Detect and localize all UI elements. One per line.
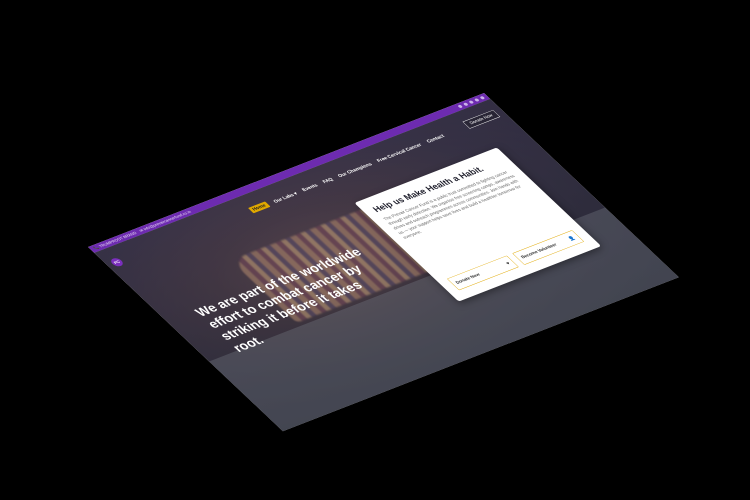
become-volunteer-label: Become Volunteer xyxy=(519,242,559,260)
linkedin-icon[interactable] xyxy=(479,95,486,100)
donate-now-label: Donate Now xyxy=(454,272,482,285)
nav-item-free-cervical-cancer[interactable]: Free Cervical Cancer xyxy=(376,142,424,163)
nav-item-contact[interactable]: Contact xyxy=(425,134,445,144)
website-screen: 📞 TRUMPROOT BRAND ✉ info@prevaircancerfu… xyxy=(88,93,679,432)
twitter-icon[interactable] xyxy=(462,102,469,107)
instagram-icon[interactable] xyxy=(468,100,475,105)
user-icon: 👤 xyxy=(567,235,577,242)
heart-icon: ♥ xyxy=(504,260,512,266)
mockup-stage: 📞 TRUMPROOT BRAND ✉ info@prevaircancerfu… xyxy=(0,0,750,500)
youtube-icon[interactable] xyxy=(473,98,480,102)
nav-item-our-champions[interactable]: Our Champions xyxy=(337,162,374,179)
facebook-icon[interactable] xyxy=(457,104,464,109)
nav-item-our-labs[interactable]: Our Labs ▾ xyxy=(272,191,299,204)
nav-item-events[interactable]: Events xyxy=(301,183,319,193)
hero-section: PC Home Our Labs ▾ Events FAQ Our Champi… xyxy=(94,98,679,432)
header-donate-button[interactable]: Donate Now xyxy=(462,109,501,129)
site-logo[interactable]: PC xyxy=(108,256,126,268)
nav-item-home[interactable]: Home xyxy=(247,201,271,214)
nav-item-faq[interactable]: FAQ xyxy=(321,177,334,184)
